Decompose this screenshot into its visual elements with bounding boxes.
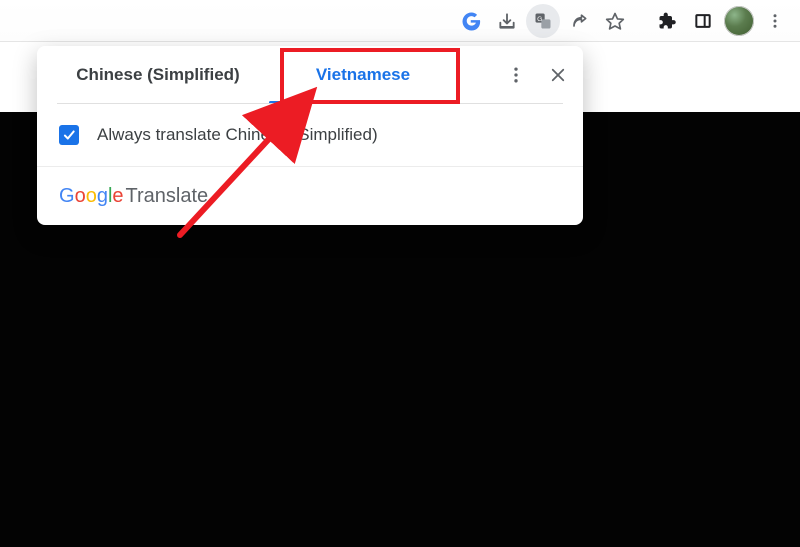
always-translate-label: Always translate Chinese (Simplified) [97,125,378,145]
google-g-icon[interactable] [454,4,488,38]
svg-text:G: G [537,16,542,23]
tab-target-label: Vietnamese [316,65,410,85]
tab-source-language[interactable]: Chinese (Simplified) [47,46,269,104]
translate-icon[interactable]: G [526,4,560,38]
translate-word: Translate [126,185,209,208]
tab-target-language[interactable]: Vietnamese [269,46,457,104]
google-translate-logo: Google Translate [59,185,208,208]
browser-toolbar: G [0,0,800,42]
profile-avatar[interactable] [722,4,756,38]
kebab-menu-icon[interactable] [758,4,792,38]
install-download-icon[interactable] [490,4,524,38]
share-icon[interactable] [562,4,596,38]
close-icon[interactable] [537,54,579,96]
language-tabs: Chinese (Simplified) Vietnamese [37,46,583,104]
translate-popup: Chinese (Simplified) Vietnamese Always t… [37,46,583,225]
tab-source-label: Chinese (Simplified) [76,65,239,85]
translate-footer: Google Translate [37,167,583,225]
always-translate-checkbox[interactable] [59,125,79,145]
bookmark-star-icon[interactable] [598,4,632,38]
side-panel-icon[interactable] [686,4,720,38]
always-translate-row[interactable]: Always translate Chinese (Simplified) [37,104,583,167]
translate-options-kebab-icon[interactable] [495,54,537,96]
tabs-separator [57,103,563,104]
extensions-puzzle-icon[interactable] [650,4,684,38]
